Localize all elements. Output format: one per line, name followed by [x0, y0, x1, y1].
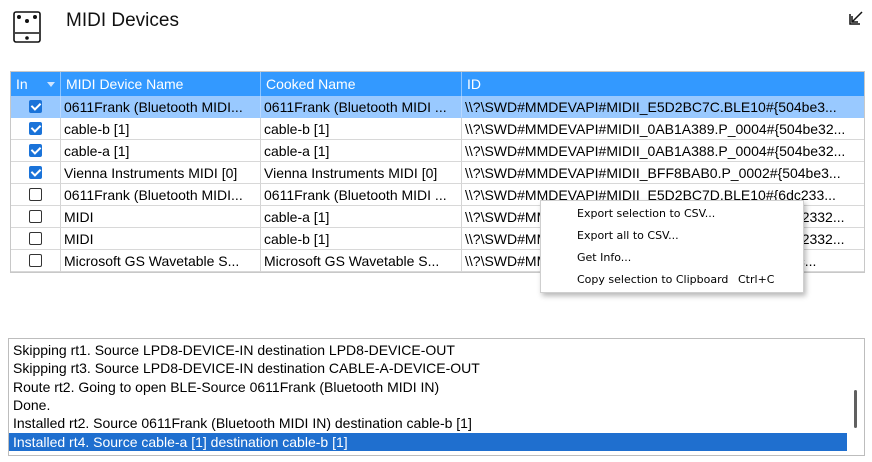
cell-device-name: cable-a [1] — [61, 140, 261, 162]
column-header-cooked-name[interactable]: Cooked Name — [261, 72, 462, 96]
shortcut-label: Ctrl+C — [738, 273, 775, 286]
cell-id: \\?\SWD#MMDEVAPI#MIDII_BFF8BAB0.P_0002#{… — [462, 162, 864, 184]
cell-id: \\?\SWD#MMDEVAPI#MIDII_0AB1A388.P_0004#{… — [462, 140, 864, 162]
cell-device-name: 0611Frank (Bluetooth MIDI... — [61, 96, 261, 118]
cell-in — [11, 206, 61, 228]
cell-device-name: MIDI — [61, 206, 261, 228]
menu-item-export-selection[interactable]: Export selection to CSV... — [542, 203, 802, 225]
list-item[interactable]: Installed rt2. Source 0611Frank (Bluetoo… — [9, 414, 847, 432]
cell-in — [11, 228, 61, 250]
midi-pedal-icon — [13, 11, 41, 45]
sort-arrow-icon[interactable] — [47, 82, 55, 87]
cell-device-name: cable-b [1] — [61, 118, 261, 140]
log-list[interactable]: Skipping rt1. Source LPD8-DEVICE-IN dest… — [8, 338, 865, 456]
column-header-device-name[interactable]: MIDI Device Name — [61, 72, 261, 96]
column-header-id[interactable]: ID — [462, 72, 864, 96]
cell-id: \\?\SWD#MMDEVAPI#MIDII_0AB1A389.P_0004#{… — [462, 118, 864, 140]
cell-in — [11, 118, 61, 140]
cell-cooked-name: cable-a [1] — [261, 140, 462, 162]
menu-item-get-info[interactable]: Get Info... — [542, 247, 802, 269]
cell-cooked-name: Vienna Instruments MIDI [0] — [261, 162, 462, 184]
table-row[interactable]: cable-a [1] cable-a [1] \\?\SWD#MMDEVAPI#M… — [11, 140, 864, 162]
cell-device-name: Vienna Instruments MIDI [0] — [61, 162, 261, 184]
table-row[interactable]: 0611Frank (Bluetooth MIDI... 0611Frank (B… — [11, 96, 864, 118]
page-title: MIDI Devices — [66, 10, 179, 31]
menu-item-copy-selection[interactable]: Copy selection to Clipboard Ctrl+C — [542, 269, 802, 291]
list-item[interactable]: Skipping rt3. Source LPD8-DEVICE-IN dest… — [9, 359, 847, 377]
scroll-thumb[interactable] — [854, 390, 857, 428]
enable-checkbox[interactable] — [29, 100, 42, 113]
cell-in — [11, 250, 61, 272]
cell-device-name: Microsoft GS Wavetable S... — [61, 250, 261, 272]
menu-item-export-all[interactable]: Export all to CSV... — [542, 225, 802, 247]
enable-checkbox[interactable] — [29, 122, 42, 135]
cell-id: \\?\SWD#MMDEVAPI#MIDII_E5D2BC7C.BLE10#{5… — [462, 96, 864, 118]
log-scrollbar[interactable] — [847, 339, 864, 455]
list-item[interactable]: Done. — [9, 396, 847, 414]
table-row[interactable]: cable-b [1] cable-b [1] \\?\SWD#MMDEVAPI#M… — [11, 118, 864, 140]
cell-cooked-name: Microsoft GS Wavetable S... — [261, 250, 462, 272]
cell-cooked-name: 0611Frank (Bluetooth MIDI ... — [261, 184, 462, 206]
cell-cooked-name: 0611Frank (Bluetooth MIDI ... — [261, 96, 462, 118]
table-row[interactable]: Vienna Instruments MIDI [0] Vienna Instru… — [11, 162, 864, 184]
cell-device-name: MIDI — [61, 228, 261, 250]
enable-checkbox[interactable] — [29, 232, 42, 245]
restore-down-icon[interactable] — [848, 9, 865, 26]
cell-device-name: 0611Frank (Bluetooth MIDI... — [61, 184, 261, 206]
list-item[interactable]: Installed rt4. Source cable-a [1] destin… — [9, 432, 847, 451]
list-item[interactable]: Route rt2. Going to open BLE-Source 0611… — [9, 378, 847, 396]
enable-checkbox[interactable] — [29, 210, 42, 223]
grid-header: In MIDI Device Name Cooked Name ID — [11, 72, 864, 96]
cell-in — [11, 162, 61, 184]
cell-in — [11, 140, 61, 162]
enable-checkbox[interactable] — [29, 188, 42, 201]
enable-checkbox[interactable] — [29, 144, 42, 157]
cell-in — [11, 96, 61, 118]
cell-cooked-name: cable-a [1] — [261, 206, 462, 228]
cell-cooked-name: cable-b [1] — [261, 118, 462, 140]
context-menu: Export selection to CSV... Export all to… — [540, 200, 804, 293]
cell-cooked-name: cable-b [1] — [261, 228, 462, 250]
enable-checkbox[interactable] — [29, 166, 42, 179]
enable-checkbox[interactable] — [29, 254, 42, 267]
cell-in — [11, 184, 61, 206]
list-item[interactable]: Skipping rt1. Source LPD8-DEVICE-IN dest… — [9, 341, 847, 359]
